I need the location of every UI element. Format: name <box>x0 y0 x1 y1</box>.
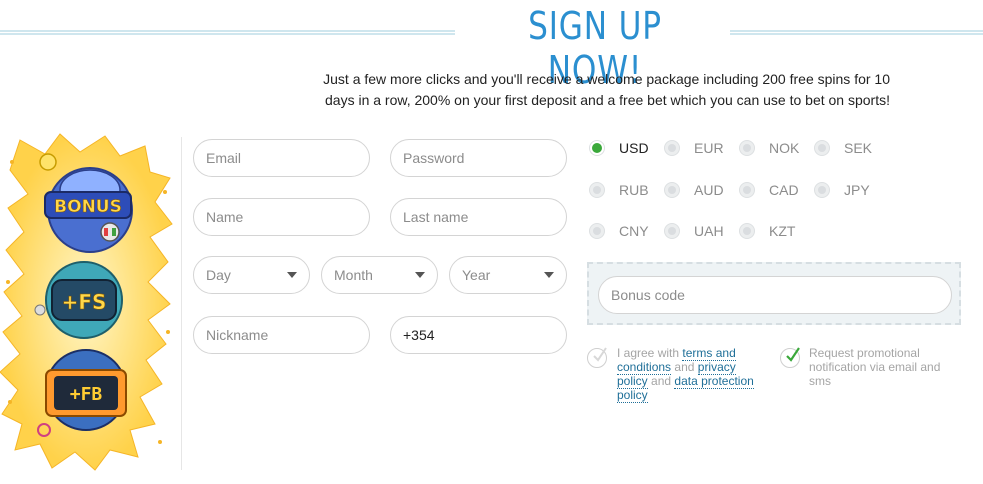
bonus-code-panel <box>587 262 961 325</box>
terms-checkbox[interactable] <box>587 347 607 368</box>
email-input[interactable] <box>193 139 370 177</box>
currency-label: UAH <box>694 223 724 239</box>
svg-text:+FB: +FB <box>70 384 103 405</box>
intro-text: Just a few more clicks and you'll receiv… <box>290 69 890 111</box>
day-select-label: Day <box>206 267 231 283</box>
name-input[interactable] <box>193 198 370 236</box>
currency-label: CNY <box>619 223 649 239</box>
month-select[interactable]: Month <box>321 256 438 294</box>
currency-label: CAD <box>769 182 799 198</box>
month-select-label: Month <box>334 267 373 283</box>
currency-eur-radio[interactable]: EUR <box>664 140 724 156</box>
radio-icon <box>814 140 830 156</box>
intro-line-2: days in a row, 200% on your first deposi… <box>325 92 890 108</box>
chevron-down-icon <box>287 272 297 278</box>
day-select[interactable]: Day <box>193 256 310 294</box>
currency-label: RUB <box>619 182 649 198</box>
svg-text:+FS: +FS <box>62 290 107 314</box>
phone-input[interactable] <box>390 316 567 354</box>
radio-icon <box>814 182 830 198</box>
radio-icon <box>739 223 755 239</box>
lastname-input[interactable] <box>390 198 567 236</box>
terms-consent-text: I agree with terms and conditions and pr… <box>617 346 754 403</box>
radio-icon <box>739 140 755 156</box>
radio-icon <box>664 223 680 239</box>
currency-label: KZT <box>769 223 796 239</box>
nickname-input[interactable] <box>193 316 370 354</box>
column-divider <box>181 137 182 470</box>
year-select[interactable]: Year <box>449 256 567 294</box>
radio-icon <box>589 182 605 198</box>
currency-jpy-radio[interactable]: JPY <box>814 182 870 198</box>
chevron-down-icon <box>544 272 554 278</box>
currency-label: JPY <box>844 182 870 198</box>
promo-checkbox[interactable] <box>780 347 800 368</box>
currency-uah-radio[interactable]: UAH <box>664 223 724 239</box>
radio-icon <box>664 182 680 198</box>
currency-label: EUR <box>694 140 724 156</box>
intro-line-1: Just a few more clicks and you'll receiv… <box>323 71 890 87</box>
currency-usd-radio[interactable]: USD <box>589 140 649 156</box>
currency-cny-radio[interactable]: CNY <box>589 223 649 239</box>
radio-icon <box>739 182 755 198</box>
currency-cad-radio[interactable]: CAD <box>739 182 799 198</box>
radio-icon <box>664 140 680 156</box>
year-select-label: Year <box>462 267 491 283</box>
checkmark-icon <box>786 347 800 362</box>
currency-sek-radio[interactable]: SEK <box>814 140 872 156</box>
chevron-down-icon <box>415 272 425 278</box>
radio-selected-icon <box>589 140 605 156</box>
bonus-code-input[interactable] <box>598 276 952 314</box>
currency-kzt-radio[interactable]: KZT <box>739 223 795 239</box>
currency-label: USD <box>619 140 649 156</box>
currency-label: AUD <box>694 182 724 198</box>
header-divider-left <box>0 30 455 35</box>
promo-consent-text: Request promotional notification via ema… <box>809 346 941 388</box>
currency-rub-radio[interactable]: RUB <box>589 182 649 198</box>
currency-label: SEK <box>844 140 873 156</box>
currency-nok-radio[interactable]: NOK <box>739 140 799 156</box>
currency-label: NOK <box>769 140 800 156</box>
radio-icon <box>589 223 605 239</box>
currency-aud-radio[interactable]: AUD <box>664 182 724 198</box>
welcome-package-artwork: BONUS +FS +FB <box>0 133 173 471</box>
header-divider-right <box>730 30 983 35</box>
password-input[interactable] <box>390 139 567 177</box>
svg-text:BONUS: BONUS <box>54 197 122 217</box>
checkmark-icon <box>593 347 607 362</box>
